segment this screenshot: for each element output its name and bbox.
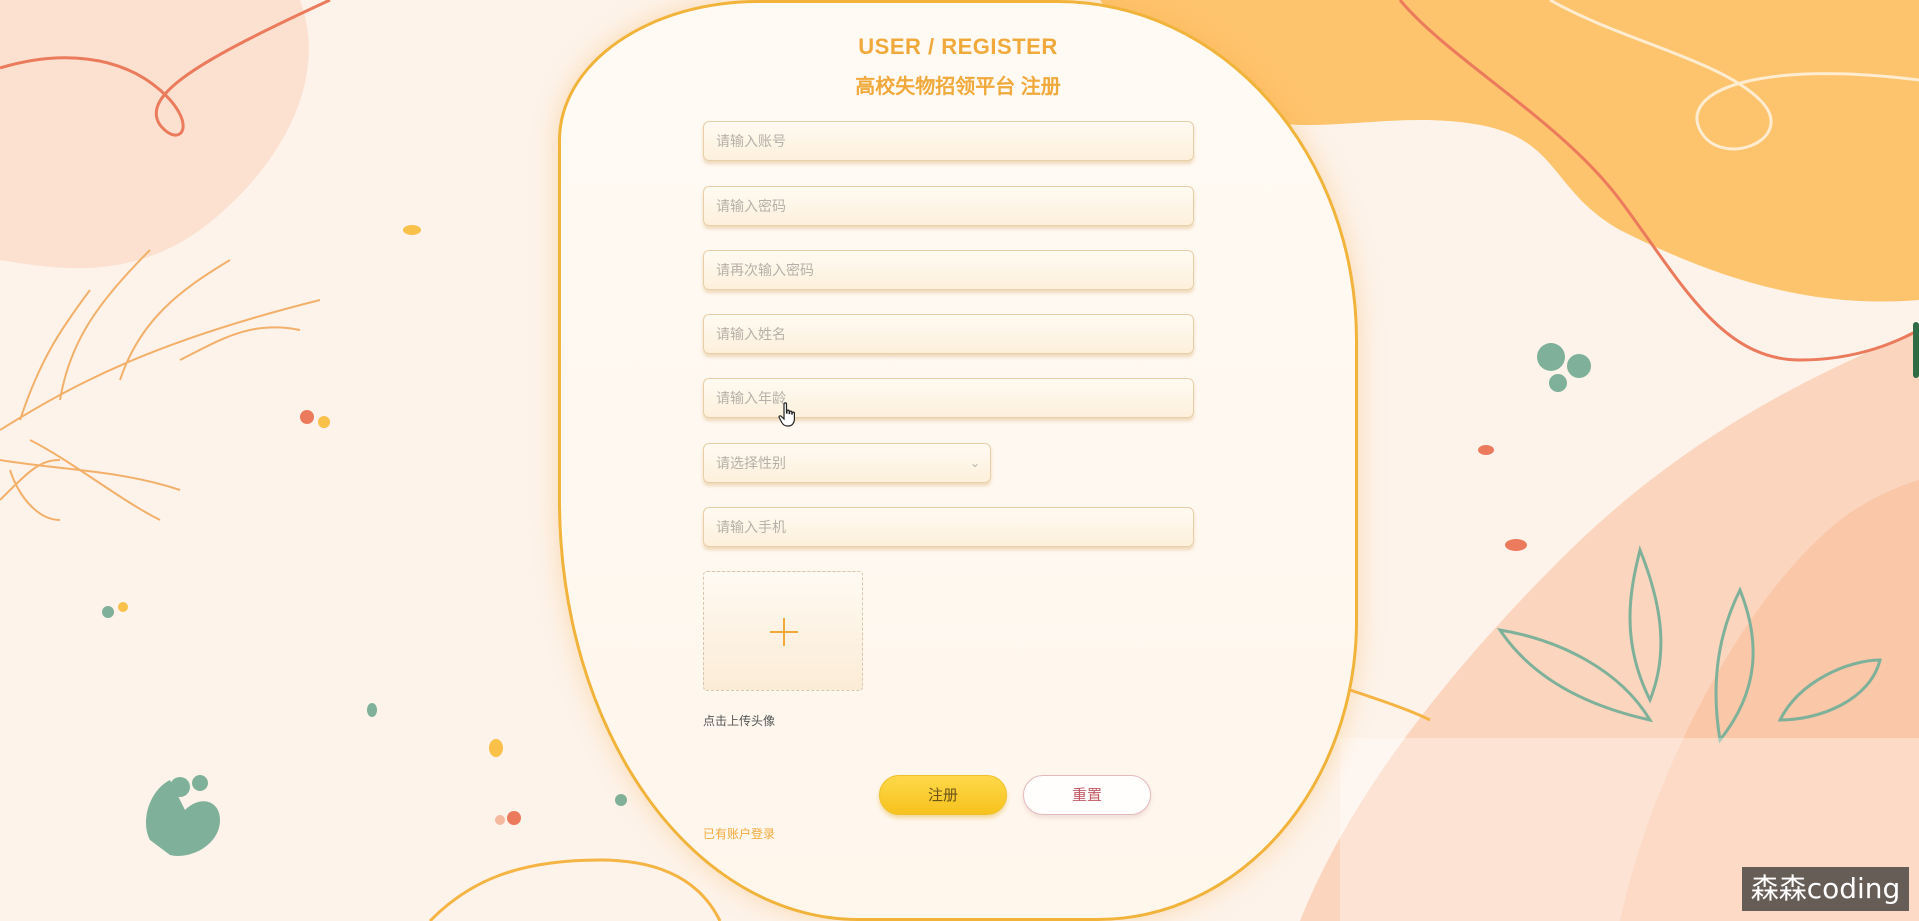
page-title-en: USER / REGISTER (858, 34, 1058, 59)
login-link[interactable]: 已有账户登录 (703, 825, 775, 842)
avatar-upload[interactable] (703, 571, 863, 691)
password-input[interactable] (703, 186, 1194, 226)
gender-select-placeholder: 请选择性别 (716, 455, 786, 471)
scrollbar[interactable] (1913, 322, 1919, 378)
reset-button[interactable]: 重置 (1023, 775, 1151, 815)
chevron-down-icon: ⌄ (969, 456, 980, 470)
confirm-password-input[interactable] (703, 250, 1194, 290)
age-input[interactable] (703, 378, 1194, 418)
account-input[interactable] (703, 121, 1194, 161)
plus-icon (770, 618, 798, 646)
watermark: 森森coding (1742, 867, 1909, 911)
page-title-cn: 高校失物招领平台 注册 (855, 76, 1061, 98)
name-input[interactable] (703, 314, 1194, 354)
hand-pointer-icon (778, 402, 795, 427)
gender-select[interactable]: 请选择性别 ⌄ (703, 443, 991, 483)
upload-label: 点击上传头像 (703, 714, 776, 728)
register-button[interactable]: 注册 (879, 775, 1007, 815)
phone-input[interactable] (703, 507, 1194, 547)
